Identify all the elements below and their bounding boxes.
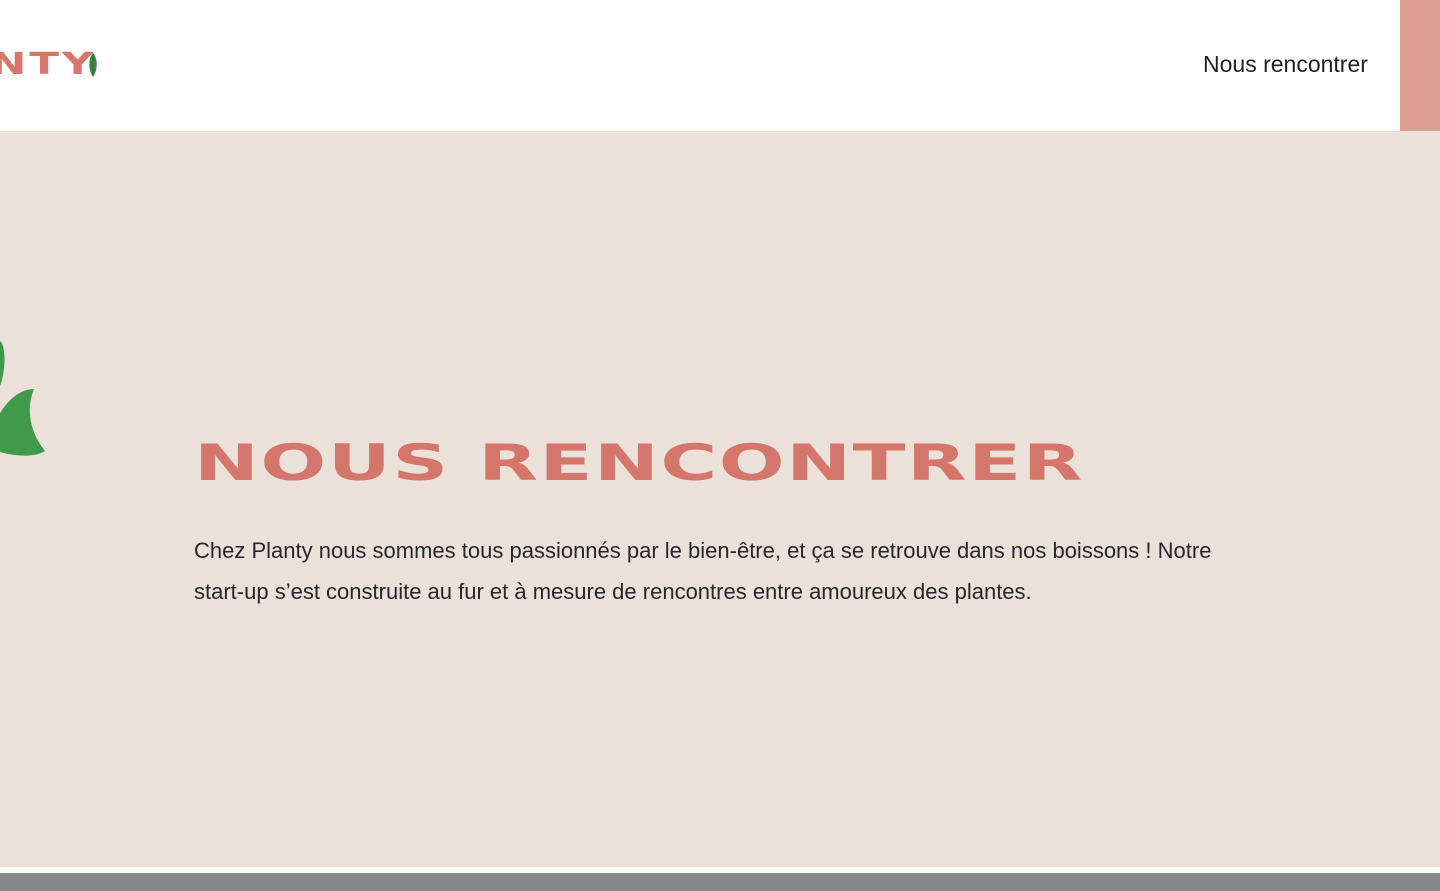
hero-section: NOUS RENCONTRER Chez Planty nous sommes … [0,131,1440,867]
site-header: NTY Nous rencontrer [0,0,1440,131]
nav-link-nous-rencontrer[interactable]: Nous rencontrer [1203,50,1368,78]
logo-text: NTY [0,47,97,82]
hero-paragraph: Chez Planty nous sommes tous passionnés … [194,538,1212,604]
leaf-icon [89,53,97,77]
plant-icon [0,341,45,456]
hero-title: NOUS RENCONTRER [194,434,1084,492]
site-logo[interactable]: NTY [0,40,97,90]
footer-bar [0,873,1440,891]
nav-accent-block [1400,0,1440,131]
